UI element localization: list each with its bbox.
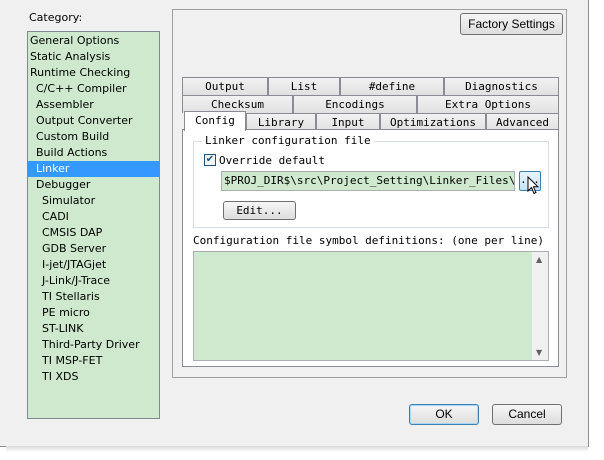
symbol-definitions-label: Configuration file symbol definitions: (…	[193, 234, 544, 247]
category-item-c-cpp-compiler[interactable]: C/C++ Compiler	[28, 81, 159, 97]
category-item-general-options[interactable]: General Options	[28, 33, 159, 49]
scroll-up-icon[interactable]: ▲	[536, 255, 542, 264]
tab-encodings[interactable]: Encodings	[293, 95, 417, 113]
category-item-custom-build[interactable]: Custom Build	[28, 129, 159, 145]
linker-file-path-field[interactable]: $PROJ_DIR$\src\Project_Setting\Linker_Fi…	[221, 171, 515, 191]
tab-define[interactable]: #define	[340, 77, 444, 95]
category-item-j-link-j-trace[interactable]: J-Link/J-Trace	[28, 273, 159, 289]
factory-settings-button[interactable]: Factory Settings	[460, 13, 563, 35]
category-item-linker[interactable]: Linker	[28, 161, 159, 177]
category-item-gdb-server[interactable]: GDB Server	[28, 241, 159, 257]
dialog-shadow	[6, 446, 588, 452]
category-item-assembler[interactable]: Assembler	[28, 97, 159, 113]
category-item-pe-micro[interactable]: PE micro	[28, 305, 159, 321]
override-default-label[interactable]: Override default	[219, 154, 325, 167]
category-item-ti-stellaris[interactable]: TI Stellaris	[28, 289, 159, 305]
category-item-ti-xds[interactable]: TI XDS	[28, 369, 159, 385]
mouse-cursor-icon	[527, 176, 539, 195]
override-default-checkbox[interactable]: ✔	[204, 154, 216, 166]
category-item-build-actions[interactable]: Build Actions	[28, 145, 159, 161]
category-item-cadi[interactable]: CADI	[28, 209, 159, 225]
scroll-down-icon[interactable]: ▼	[536, 348, 542, 357]
ok-button[interactable]: OK	[409, 404, 479, 425]
category-item-debugger[interactable]: Debugger	[28, 177, 159, 193]
category-label: Category:	[29, 11, 83, 24]
category-item-ti-msp-fet[interactable]: TI MSP-FET	[28, 353, 159, 369]
tab-config[interactable]: Config	[184, 111, 246, 131]
linker-config-group-title: Linker configuration file	[202, 134, 374, 147]
category-item-i-jet-jtagjet[interactable]: I-jet/JTAGjet	[28, 257, 159, 273]
category-item-st-link[interactable]: ST-LINK	[28, 321, 159, 337]
cancel-button[interactable]: Cancel	[492, 404, 562, 425]
category-item-runtime-checking[interactable]: Runtime Checking	[28, 65, 159, 81]
tab-diagnostics[interactable]: Diagnostics	[444, 77, 559, 95]
category-item-static-analysis[interactable]: Static Analysis	[28, 49, 159, 65]
category-item-simulator[interactable]: Simulator	[28, 193, 159, 209]
symdef-scrollbar[interactable]: ▲ ▼	[532, 252, 548, 360]
symbol-definitions-textarea[interactable]: ▲ ▼	[193, 251, 549, 361]
category-item-third-party-driver[interactable]: Third-Party Driver	[28, 337, 159, 353]
edit-button[interactable]: Edit...	[223, 201, 296, 220]
tab-extra-options[interactable]: Extra Options	[417, 95, 559, 113]
category-item-output-converter[interactable]: Output Converter	[28, 113, 159, 129]
tab-output[interactable]: Output	[182, 77, 268, 95]
category-item-cmsis-dap[interactable]: CMSIS DAP	[28, 225, 159, 241]
category-list[interactable]: General Options Static Analysis Runtime …	[27, 31, 160, 419]
tab-list[interactable]: List	[268, 77, 340, 95]
